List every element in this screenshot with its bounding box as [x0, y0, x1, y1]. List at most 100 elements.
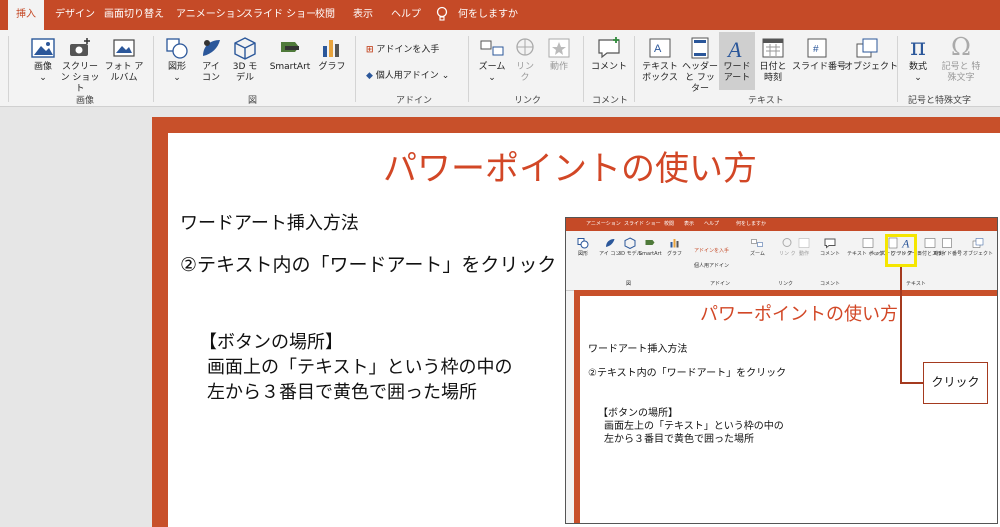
header-footer-button[interactable]: ヘッダーと フッター — [682, 36, 718, 95]
svg-text:#: # — [813, 44, 819, 55]
datetime-button[interactable]: 日付と 時刻 — [758, 36, 788, 84]
inset-tab: スライド ショー — [624, 221, 661, 227]
zoom-button[interactable]: ズーム ⌄ — [476, 36, 508, 84]
inset-tab: アニメーション — [586, 221, 621, 227]
inset-group-label: コメント — [820, 281, 841, 287]
addin-icon: ◆ — [366, 71, 373, 81]
click-callout: クリック — [923, 362, 988, 404]
callout-line — [900, 267, 902, 383]
textbox-icon: A — [649, 38, 671, 58]
object-icon — [856, 38, 878, 58]
box-title: 【ボタンの場所】 — [199, 332, 343, 353]
inset-tab: 何をしますか — [736, 221, 767, 227]
inset-slide-box: 【ボタンの場所】 画面左上の「テキスト」という枠の中の 左から３番目で黄色で囲っ… — [598, 408, 784, 445]
inset-tab: 校閲 — [664, 221, 675, 227]
wordart-icon: A — [726, 37, 742, 60]
shapes-button[interactable]: 図形 ⌄ — [162, 36, 192, 84]
inset-slide-line2: ②テキスト内の「ワードアート」をクリック — [588, 368, 787, 379]
inset-tab-bar: アニメーション スライド ショー 校閲 表示 ヘルプ 何をしますか — [566, 218, 997, 231]
store-icon: ⊞ — [366, 45, 374, 55]
slide-text-box[interactable]: 【ボタンの場所】 画面上の「テキスト」という枠の中の 左から３番目で黄色で囲った… — [199, 330, 512, 405]
inset-action-icon: 動作 — [797, 237, 811, 257]
group-label-addins: アドイン — [396, 96, 433, 106]
inset-smartart-icon: SmartArt — [639, 237, 662, 257]
inset-slidenum-icon: スライド番号 — [932, 237, 962, 257]
inset-screenshot[interactable]: アニメーション スライド ショー 校閲 表示 ヘルプ 何をしますか 図形 アイ … — [565, 217, 998, 524]
group-label-text: テキスト — [748, 96, 784, 106]
3d-model-button[interactable]: 3D モデル — [230, 36, 260, 84]
zoom-icon — [480, 40, 504, 56]
equation-button[interactable]: π 数式 ⌄ — [903, 34, 933, 84]
object-button[interactable]: オブジェクト — [844, 36, 898, 73]
tell-me-search[interactable]: 何をしますか — [458, 0, 518, 30]
inset-link-icon: リン ク — [779, 237, 796, 257]
tab-review[interactable]: 校閲 — [315, 0, 335, 30]
chart-button[interactable]: グラフ — [318, 36, 346, 73]
picture-icon — [31, 38, 55, 58]
inset-shapes-icon: 図形 — [576, 237, 590, 257]
inset-my-addins: 個人用アドイン — [694, 263, 730, 269]
slide-text-line1[interactable]: ワードアート挿入方法 — [180, 209, 359, 235]
group-label-illustrations: 図 — [248, 96, 258, 106]
get-addins-button[interactable]: ⊞ アドインを入手 — [366, 42, 439, 55]
comment-icon — [598, 37, 620, 59]
tab-help[interactable]: ヘルプ — [391, 0, 421, 30]
photo-album-icon — [113, 39, 135, 57]
calendar-icon — [762, 38, 784, 58]
shapes-icon — [166, 38, 188, 59]
inset-comment-icon: コメント — [820, 237, 840, 257]
textbox-button[interactable]: A テキスト ボックス — [640, 36, 680, 84]
group-label-links: リンク — [514, 96, 542, 106]
ribbon-insert: 画像 ⌄ スクリーン ショット フォト アルバム 画像 図形 ⌄ アイ コン 3D … — [0, 30, 1000, 107]
camera-icon — [70, 38, 90, 56]
photo-album-button[interactable]: フォト アルバム — [103, 36, 145, 84]
tab-animations[interactable]: アニメーション — [176, 0, 246, 30]
slide-text-line2[interactable]: ②テキスト内の「ワードアート」をクリック — [180, 250, 556, 277]
screenshot-button[interactable]: スクリーン ショット — [60, 36, 100, 95]
comment-button[interactable]: コメント — [590, 36, 628, 73]
slide-number-button[interactable]: # スライド番号 — [792, 36, 846, 73]
inset-group-label: 図 — [626, 281, 632, 287]
star-icon — [548, 38, 570, 58]
tab-view[interactable]: 表示 — [353, 0, 373, 30]
callout-line — [900, 382, 924, 384]
inset-get-addins: アドインを入手 — [694, 248, 730, 254]
pi-icon: π — [910, 33, 926, 61]
group-label-comments: コメント — [592, 96, 629, 106]
omega-icon: Ω — [951, 33, 971, 61]
inset-group-label: アドイン — [710, 281, 731, 287]
box-line1: 画面上の「テキスト」という枠の中の — [207, 357, 513, 378]
inset-slide-line1: ワードアート挿入方法 — [588, 344, 688, 355]
slide-title[interactable]: パワーポイントの使い方 — [0, 141, 1000, 190]
globe-link-icon — [516, 38, 534, 56]
cube-icon — [234, 37, 256, 60]
bar-chart-icon — [323, 40, 339, 57]
image-button[interactable]: 画像 ⌄ — [28, 36, 58, 84]
inset-group-label: リンク — [778, 281, 794, 287]
my-addins-button[interactable]: ◆ 個人用アドイン ⌄ — [366, 68, 449, 81]
group-label-symbols: 記号と特殊文字 — [908, 96, 972, 106]
inset-tab: ヘルプ — [704, 221, 720, 227]
tab-slideshow[interactable]: スライド ショー — [243, 0, 316, 30]
icons-button[interactable]: アイ コン — [198, 36, 224, 84]
icons-icon — [203, 40, 220, 56]
wordart-highlight-box — [885, 234, 917, 267]
wordart-button[interactable]: A ワード アート — [719, 32, 755, 90]
action-button[interactable]: 動作 — [544, 36, 574, 73]
tab-insert[interactable]: 挿入 — [8, 0, 44, 30]
tab-design[interactable]: デザイン — [55, 0, 95, 30]
inset-chart-icon: グラフ — [667, 237, 682, 257]
lightbulb-icon — [436, 0, 448, 30]
box-line2: 左から３番目で黄色で囲った場所 — [207, 382, 477, 403]
ribbon-tab-bar: 挿入 デザイン 画面切り替え アニメーション スライド ショー 校閲 表示 ヘル… — [0, 0, 1000, 30]
inset-tab: 表示 — [684, 221, 695, 227]
symbol-button[interactable]: Ω 記号と 特殊文字 — [940, 34, 982, 84]
smartart-icon — [281, 42, 299, 52]
link-button[interactable]: リン ク — [512, 36, 538, 84]
smartart-button[interactable]: SmartArt — [266, 36, 314, 73]
tab-transitions[interactable]: 画面切り替え — [104, 0, 164, 30]
inset-object-icon: オブジェクト — [963, 237, 993, 257]
inset-zoom-icon: ズーム — [750, 237, 765, 257]
inset-ribbon: 図形 アイ コン 3D モデル SmartArt グラフ アドインを入手 個人用… — [566, 231, 997, 291]
svg-text:A: A — [654, 43, 662, 55]
